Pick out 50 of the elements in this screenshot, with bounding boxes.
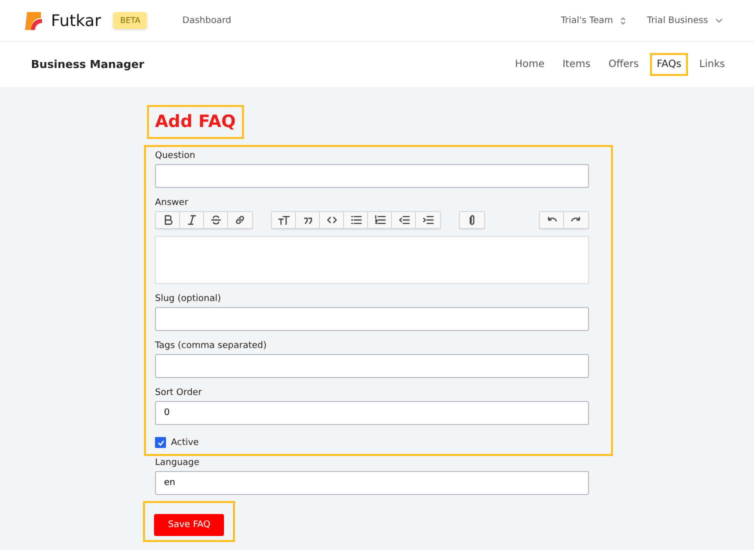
sort-caret-icon <box>619 16 628 26</box>
input-field[interactable] <box>155 164 589 188</box>
nav-link[interactable]: Home <box>508 53 552 76</box>
input-field[interactable]: 0 <box>155 401 589 426</box>
toolbar-button[interactable] <box>228 212 252 228</box>
dashboard-link[interactable]: Dashboard <box>182 16 232 26</box>
toolbar-button[interactable] <box>320 212 344 228</box>
toolbar-button[interactable] <box>416 212 440 228</box>
page-heading: Add FAQ <box>147 105 244 140</box>
toolbar-button[interactable] <box>156 212 180 228</box>
field-label: Question <box>155 151 196 162</box>
input-field[interactable] <box>155 307 589 332</box>
bulleted-list-icon <box>350 214 362 226</box>
outdent-icon <box>398 214 410 226</box>
logo-icon <box>24 10 44 30</box>
nav-link[interactable]: Links <box>692 53 732 76</box>
toolbar-button[interactable] <box>368 212 392 228</box>
toolbar-button[interactable] <box>296 212 320 228</box>
beta-badge: BETA <box>113 12 148 29</box>
checkbox[interactable] <box>155 437 166 448</box>
toolbar-button[interactable] <box>180 212 204 228</box>
business-selector[interactable]: Trial Business <box>647 16 724 26</box>
toolbar-button[interactable] <box>540 212 564 228</box>
numbered-list-icon <box>374 214 386 226</box>
field-label: Answer <box>155 198 190 208</box>
checkbox-label: Active <box>171 438 199 448</box>
nav-link[interactable]: FAQs <box>650 53 688 76</box>
toolbar-button[interactable] <box>204 212 228 228</box>
input-field[interactable] <box>155 354 589 378</box>
toolbar-button[interactable] <box>392 212 416 228</box>
brand-name: Futkar <box>51 11 102 30</box>
section-title: Business Manager <box>31 58 144 71</box>
link-icon <box>234 214 246 226</box>
heading-icon <box>278 214 290 226</box>
input-field[interactable]: en <box>155 471 589 496</box>
indent-icon <box>422 214 434 226</box>
italic-icon <box>186 214 198 226</box>
save-button[interactable]: Save FAQ <box>154 514 224 536</box>
toolbar-button[interactable] <box>272 212 296 228</box>
strikethrough-icon <box>210 214 222 226</box>
toolbar-button[interactable] <box>564 212 588 228</box>
chevron-down-icon <box>714 16 724 24</box>
nav-link[interactable]: Items <box>555 53 598 76</box>
nav-link[interactable]: Offers <box>601 53 646 76</box>
toolbar-button[interactable] <box>344 212 368 228</box>
field-label: Sort Order <box>155 388 203 398</box>
field-label: Language <box>155 458 200 468</box>
field-label: Tags (comma separated) <box>155 341 268 352</box>
field-label: Slug (optional) <box>155 294 222 304</box>
team-selector[interactable]: Trial's Team <box>560 16 628 26</box>
